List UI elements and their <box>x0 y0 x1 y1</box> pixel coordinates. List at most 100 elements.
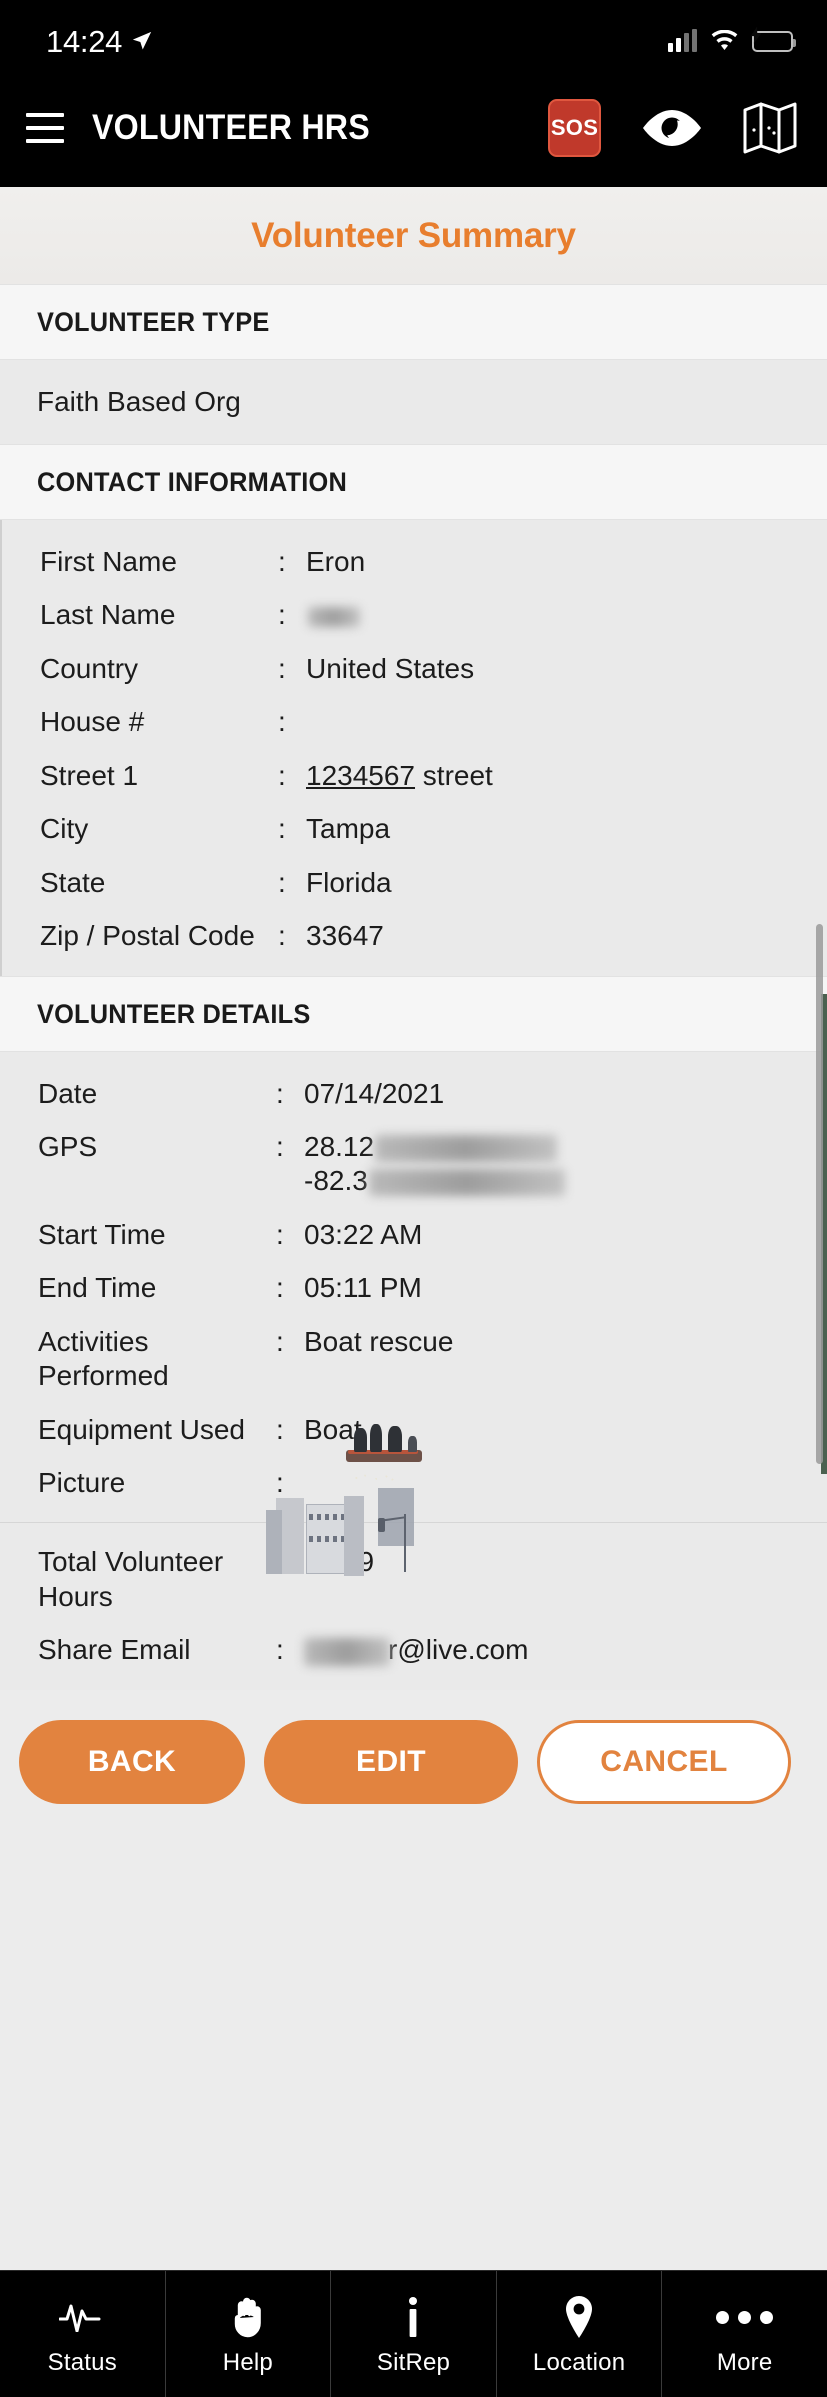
street-number-link[interactable]: 1234567 <box>306 760 415 791</box>
field-row-picture: Picture : <box>0 1424 827 1576</box>
field-row-start-time: Start Time : 03:22 AM <box>0 1218 827 1252</box>
field-separator: : <box>278 599 286 631</box>
field-label: Activities Performed <box>38 1325 169 1392</box>
field-separator: : <box>276 1413 284 1445</box>
tab-label: SitRep <box>376 2349 451 2376</box>
cellular-signal-icon <box>668 29 697 52</box>
field-value: United States <box>306 652 475 684</box>
map-pin-icon <box>563 2295 595 2339</box>
bottom-tab-bar: Status Help SitRep Location More <box>0 2270 827 2397</box>
status-bar-left: 14:24 <box>46 26 153 57</box>
field-separator: : <box>278 652 286 684</box>
cancel-button[interactable]: CANCEL <box>537 1719 791 1804</box>
app-header: VOLUNTEER HRS SOS <box>0 68 827 187</box>
volunteer-details-panel: Date : 07/14/2021 GPS : 28.12 -82.3 Star… <box>0 1051 827 1690</box>
field-value: Florida <box>306 866 392 898</box>
tab-help[interactable]: Help <box>166 2271 332 2397</box>
vertical-scrollbar[interactable] <box>816 924 823 1464</box>
field-separator: : <box>276 1218 284 1250</box>
tab-status[interactable]: Status <box>0 2271 166 2397</box>
field-label: State <box>40 866 106 898</box>
map-icon[interactable] <box>743 102 797 154</box>
field-label: Picture <box>38 1467 126 1498</box>
field-row-activities-performed: Activities Performed : Boat rescue <box>0 1325 827 1394</box>
volunteer-type-value: Faith Based Org <box>0 360 827 444</box>
field-label: Street 1 <box>40 759 139 791</box>
field-label: First Name <box>40 546 177 577</box>
field-row-city: City : Tampa <box>2 812 827 846</box>
action-buttons: BACK EDIT CANCEL <box>0 1689 827 1838</box>
field-separator: : <box>278 866 286 898</box>
tab-location[interactable]: Location <box>497 2271 663 2397</box>
eye-icon[interactable] <box>641 107 703 149</box>
email-visible-part: r@live.com <box>388 1634 529 1666</box>
field-row-country: Country : United States <box>2 652 827 686</box>
field-row-first-name: First Name : Eron <box>2 545 827 579</box>
field-row-state: State : Florida <box>2 866 827 900</box>
redaction-blur <box>308 607 360 628</box>
field-value: 05:11 PM <box>304 1272 422 1304</box>
pulse-icon <box>59 2295 105 2339</box>
redaction-blur <box>375 1135 558 1163</box>
field-value: Boat rescue <box>304 1325 454 1357</box>
tab-label: Help <box>222 2349 273 2376</box>
field-row-zip-postal-code: Zip / Postal Code : 33647 <box>2 919 827 953</box>
sos-button[interactable]: SOS <box>548 98 601 157</box>
field-separator: : <box>278 813 286 845</box>
tab-label: More <box>716 2349 773 2376</box>
field-row-last-name: Last Name : <box>2 598 827 632</box>
hand-icon <box>231 2295 265 2339</box>
page-title: Volunteer Summary <box>251 215 576 255</box>
gps-longitude-line: -82.3 <box>304 1165 565 1197</box>
redaction-blur <box>368 1169 565 1197</box>
field-value: Tampa <box>306 813 391 845</box>
field-label: House # <box>40 706 145 738</box>
app-screen: 14:24 VOLUNTEER HRS SOS Volunteer Summar… <box>0 0 827 2397</box>
battery-charging-icon <box>750 26 796 52</box>
field-separator: : <box>278 759 286 791</box>
info-icon <box>405 2295 421 2339</box>
app-header-actions: SOS <box>548 98 805 157</box>
field-label: Equipment Used <box>38 1413 246 1445</box>
redaction-blur <box>304 1637 390 1666</box>
field-separator: : <box>276 1077 284 1109</box>
field-label: Last Name <box>40 599 176 631</box>
tab-more[interactable]: More <box>662 2271 827 2397</box>
field-row-gps: GPS : 28.12 -82.3 <box>0 1130 827 1199</box>
field-row-share-email: Share Email : r@live.com <box>0 1633 827 1667</box>
field-label: Zip / Postal Code <box>40 920 255 952</box>
hamburger-menu-icon[interactable] <box>19 108 71 148</box>
tab-label: Status <box>47 2349 117 2376</box>
field-row-street-1: Street 1 : 1234567 street <box>2 759 827 793</box>
contact-information-panel: First Name : Eron Last Name : Country : … <box>0 520 827 976</box>
back-button[interactable]: BACK <box>19 1719 245 1804</box>
field-label: Start Time <box>38 1218 166 1250</box>
street-name-text: street <box>415 759 493 791</box>
section-title: CONTACT INFORMATION <box>37 467 347 497</box>
field-label: Total Volunteer Hours <box>38 1546 224 1612</box>
section-title: VOLUNTEER DETAILS <box>37 998 311 1029</box>
field-label: City <box>40 813 89 845</box>
ellipsis-icon <box>716 2295 774 2339</box>
app-title: VOLUNTEER HRS <box>92 107 370 147</box>
gps-latitude-line: 28.12 <box>304 1131 558 1163</box>
edit-button[interactable]: EDIT <box>264 1719 518 1804</box>
status-bar: 14:24 <box>0 0 827 68</box>
tab-sitrep[interactable]: SitRep <box>331 2271 497 2397</box>
scroll-content[interactable]: VOLUNTEER TYPE Faith Based Org CONTACT I… <box>0 284 827 2270</box>
field-value-redacted <box>306 598 809 632</box>
field-separator: : <box>276 1325 284 1357</box>
field-separator: : <box>276 1467 284 1498</box>
field-value: 03:22 AM <box>304 1218 423 1250</box>
field-separator: : <box>278 546 286 577</box>
field-row-house-number: House # : <box>2 705 827 739</box>
gps-longitude: -82.3 <box>304 1165 368 1197</box>
field-label: Date <box>38 1077 98 1109</box>
field-row-end-time: End Time : 05:11 PM <box>0 1271 827 1305</box>
field-separator: : <box>278 920 286 952</box>
field-label: GPS <box>38 1130 98 1162</box>
location-arrow-icon <box>132 31 152 50</box>
field-value-redacted: r@live.com <box>304 1633 809 1667</box>
section-header-contact-information: CONTACT INFORMATION <box>0 444 827 520</box>
wifi-icon <box>711 30 738 51</box>
